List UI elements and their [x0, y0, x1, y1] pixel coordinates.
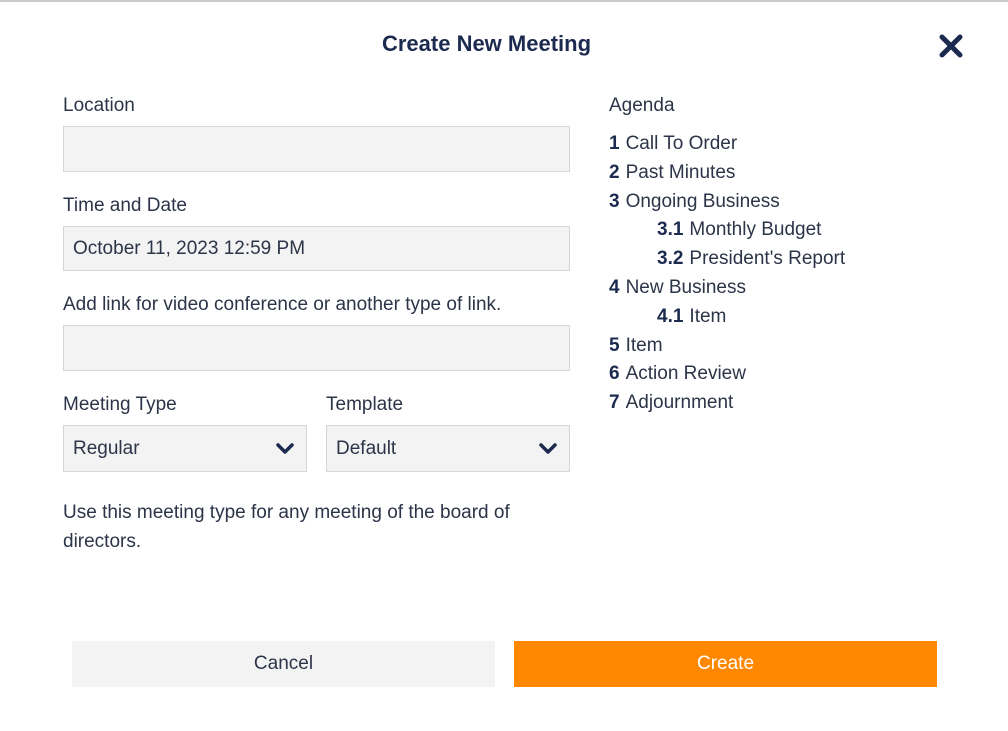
agenda-subitem: 3.2 President's Report [657, 248, 846, 270]
agenda-title: Agenda [609, 95, 675, 116]
chevron-down-icon [539, 442, 557, 454]
location-input[interactable] [63, 126, 570, 172]
chevron-down-icon [276, 442, 294, 454]
video-link-input[interactable] [63, 325, 570, 371]
cancel-button[interactable]: Cancel [72, 641, 495, 687]
agenda-item: 5 Item [609, 334, 663, 356]
location-label: Location [63, 95, 135, 116]
time-date-field[interactable]: October 11, 2023 12:59 PM [63, 226, 570, 271]
time-date-value: October 11, 2023 12:59 PM [73, 237, 306, 259]
create-button[interactable]: Create [514, 641, 937, 687]
agenda-item: 6 Action Review [609, 363, 746, 385]
create-button-label: Create [696, 653, 755, 674]
dialog-title: Create New Meeting [381, 31, 592, 56]
meeting-type-label: Meeting Type [63, 394, 177, 415]
time-date-label: Time and Date [63, 195, 187, 216]
create-meeting-dialog: Create New Meeting Location Time and Dat… [0, 0, 1008, 731]
agenda-subitem: 4.1 Item [657, 305, 727, 327]
meeting-type-description: Use this meeting type for any meeting of… [63, 502, 510, 552]
cancel-button-label: Cancel [253, 653, 314, 674]
close-icon [939, 34, 963, 58]
agenda-item: 3 Ongoing Business [609, 190, 780, 212]
agenda-list: 1 Call To Order 2 Past Minutes 3 Ongoing Bu… [609, 130, 845, 418]
template-select[interactable]: Default [326, 425, 570, 472]
agenda-item: 4 New Business [609, 276, 746, 298]
template-label: Template [326, 394, 404, 415]
agenda-subitem: 3.1 Monthly Budget [657, 219, 822, 241]
agenda-item: 1 Call To Order [609, 133, 738, 154]
agenda-item: 7 Adjournment [609, 392, 734, 414]
agenda-item: 2 Past Minutes [609, 161, 736, 183]
template-value: Default [336, 437, 397, 459]
video-link-label: Add link for video conference or another… [63, 294, 502, 315]
meeting-type-value: Regular [73, 437, 140, 459]
meeting-type-select[interactable]: Regular [63, 425, 307, 472]
close-button[interactable] [938, 33, 964, 59]
